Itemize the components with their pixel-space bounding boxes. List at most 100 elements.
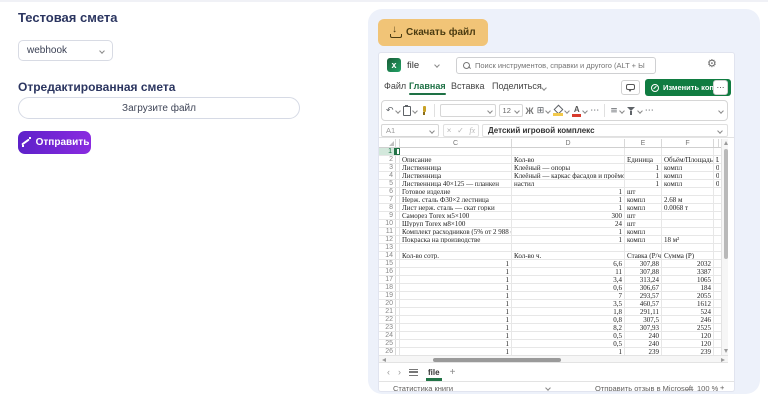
row-header[interactable]: 1 xyxy=(379,148,396,155)
cell[interactable] xyxy=(714,268,719,275)
cell[interactable] xyxy=(714,228,719,235)
cell[interactable] xyxy=(714,284,719,291)
cell[interactable]: 1 xyxy=(400,300,512,307)
cell[interactable] xyxy=(512,244,625,251)
cell[interactable] xyxy=(714,324,719,331)
cell[interactable]: 313,24 xyxy=(625,276,662,283)
cell[interactable]: 1 xyxy=(400,332,512,339)
cell[interactable]: 0,8 xyxy=(512,316,625,323)
cell[interactable]: Клеёный — каркас фасадов и проёмов xyxy=(512,172,625,179)
cell[interactable]: Ставка (Р/ч) xyxy=(625,252,662,259)
cell[interactable]: 3,4 xyxy=(512,276,625,283)
cell[interactable]: 0,5 xyxy=(512,340,625,347)
cell[interactable]: Лист нерж. сталь — скат горки xyxy=(400,204,512,211)
alignment-button[interactable]: ≡ xyxy=(610,106,624,116)
horizontal-scrollbar[interactable] xyxy=(379,355,728,363)
cell[interactable] xyxy=(714,236,719,243)
cancel-icon[interactable]: × xyxy=(447,126,452,135)
sort-filter-button[interactable] xyxy=(627,106,642,115)
cell[interactable]: 1 xyxy=(400,284,512,291)
borders-button[interactable]: ⊞ xyxy=(537,106,551,116)
row-header[interactable]: 20 xyxy=(379,300,396,307)
cell[interactable] xyxy=(714,340,719,347)
name-box[interactable]: A1 xyxy=(381,124,439,137)
cell[interactable] xyxy=(714,316,719,323)
cell[interactable] xyxy=(662,212,714,219)
tab-insert[interactable]: Вставка xyxy=(451,81,484,91)
scroll-left-arrow-icon[interactable] xyxy=(382,358,386,362)
cell[interactable]: 184 xyxy=(662,284,714,291)
zoom-level[interactable]: 100 % xyxy=(697,384,718,392)
cell[interactable]: 1 xyxy=(400,268,512,275)
tab-file-menu[interactable]: Файл xyxy=(384,81,406,91)
cell[interactable]: 24 xyxy=(512,220,625,227)
row-header[interactable]: 17 xyxy=(379,276,396,283)
cell[interactable] xyxy=(714,300,719,307)
cell[interactable]: 307,5 xyxy=(625,316,662,323)
row-header[interactable]: 14 xyxy=(379,252,396,259)
cell[interactable]: 306,67 xyxy=(625,284,662,291)
cell[interactable]: компл xyxy=(625,204,662,211)
cell[interactable]: Сумма (Р) xyxy=(662,252,714,259)
gear-icon[interactable]: ⚙ xyxy=(707,57,717,70)
select-all-corner[interactable] xyxy=(379,139,396,147)
cell[interactable] xyxy=(714,196,719,203)
cell[interactable] xyxy=(625,244,662,251)
zoom-out-button[interactable]: — xyxy=(686,384,694,392)
row-header[interactable]: 12 xyxy=(379,236,396,243)
font-size-select[interactable]: 12 xyxy=(499,104,523,117)
cell[interactable] xyxy=(625,148,662,155)
cell[interactable]: 1,8 xyxy=(512,308,625,315)
cell[interactable]: 8,2 xyxy=(512,324,625,331)
cell[interactable]: 0,6 xyxy=(512,284,625,291)
cell[interactable]: 0 xyxy=(714,164,719,171)
cell[interactable] xyxy=(714,204,719,211)
cell[interactable]: 240 xyxy=(625,340,662,347)
cell[interactable]: 18 м² xyxy=(662,236,714,243)
cell[interactable]: Лиственница xyxy=(400,172,512,179)
cell[interactable]: 1 xyxy=(400,276,512,283)
undo-button[interactable]: ↶ xyxy=(386,106,400,116)
toolbar-more-button[interactable]: ⋯ xyxy=(590,106,599,116)
cell[interactable]: 1 xyxy=(400,316,512,323)
cell[interactable]: Нерж. сталь Ф30×2 лестница xyxy=(400,196,512,203)
cell[interactable] xyxy=(714,244,719,251)
cell[interactable]: 307,93 xyxy=(625,324,662,331)
cell[interactable]: 307,88 xyxy=(625,260,662,267)
all-sheets-icon[interactable] xyxy=(409,369,418,376)
cell[interactable] xyxy=(662,244,714,251)
cell[interactable]: 1612 xyxy=(662,300,714,307)
row-header[interactable]: 10 xyxy=(379,220,396,227)
cell[interactable] xyxy=(714,188,719,195)
cell[interactable]: 1 xyxy=(400,348,512,355)
cell[interactable]: 460,57 xyxy=(625,300,662,307)
column-header-E[interactable]: E xyxy=(625,139,662,147)
tab-share[interactable]: Поделиться xyxy=(492,81,542,91)
search-box[interactable] xyxy=(456,57,656,74)
comments-button[interactable] xyxy=(621,80,640,95)
scroll-up-arrow-icon[interactable] xyxy=(724,141,728,145)
cell[interactable]: Лиственница 40×125 — планкен xyxy=(400,180,512,187)
cell[interactable]: 2525 xyxy=(662,324,714,331)
row-header[interactable]: 13 xyxy=(379,244,396,251)
cell[interactable] xyxy=(714,212,719,219)
cell[interactable] xyxy=(714,260,719,267)
cell[interactable]: 1 xyxy=(400,308,512,315)
cell[interactable]: 239 xyxy=(662,348,714,355)
cell[interactable]: компл xyxy=(625,196,662,203)
toolbar-overflow-button[interactable]: ⋯ xyxy=(645,106,654,116)
cell[interactable]: 0 xyxy=(714,180,719,187)
scroll-down-arrow-icon[interactable] xyxy=(724,349,728,353)
cell[interactable] xyxy=(662,228,714,235)
cell[interactable]: 1 xyxy=(512,188,625,195)
cell[interactable]: Шуруп Torex м8×100 xyxy=(400,220,512,227)
font-color-button[interactable]: А xyxy=(572,106,587,116)
cell[interactable]: 2.68 м xyxy=(662,196,714,203)
cell[interactable]: 1 xyxy=(400,340,512,347)
cell[interactable]: Клеёный — опоры xyxy=(512,164,625,171)
cell[interactable]: 1 xyxy=(512,236,625,243)
font-name-select[interactable] xyxy=(440,104,496,117)
row-header[interactable]: 23 xyxy=(379,324,396,331)
cell[interactable] xyxy=(714,292,719,299)
horizontal-scroll-thumb[interactable] xyxy=(433,358,561,362)
